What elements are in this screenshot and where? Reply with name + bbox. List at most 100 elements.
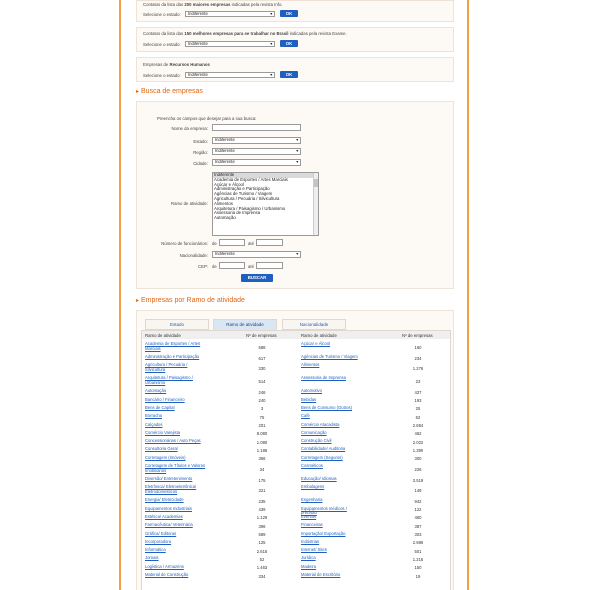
ramo-link[interactable]: Arquitetura / Paisagismo / Urbanismo [145, 376, 207, 385]
ramo-link[interactable]: Bens de Capital [145, 405, 207, 411]
ramo-link[interactable]: Agricultura / Pecuária / Silvicultura [145, 363, 207, 372]
ramo-link[interactable]: Informática [145, 548, 207, 553]
ramo-link[interactable]: Indústrias [301, 539, 363, 545]
ramo-count: 52 [259, 556, 265, 562]
ramo-link[interactable]: Equipamentos Industriais [145, 506, 207, 512]
ramo-link[interactable]: Material de Escritório [301, 572, 363, 578]
ramo-link[interactable]: Agências de Turismo / Viagem [301, 354, 363, 360]
ramo-link[interactable]: Bens de Consumo (Outros) [301, 405, 363, 411]
col-header-num: Nº de empresas [246, 333, 277, 338]
ramo-count: 396 [258, 523, 266, 529]
tab-estado[interactable]: Estado [145, 319, 209, 330]
tab-ramo-atividade[interactable]: Ramo de atividade [213, 319, 277, 330]
ramo-link[interactable]: Borracha [145, 414, 207, 419]
ramo-link[interactable]: Bancário / Financeiro [145, 397, 207, 403]
ramo-count: 1.276 [412, 366, 424, 372]
list-option[interactable]: Automação [213, 215, 318, 221]
ramo-link[interactable]: Café [301, 414, 363, 419]
ramo-panel: Estado Ramo de atividade Nacionalidade R… [136, 310, 454, 590]
ramo-link[interactable]: Contabilidade/ Auditoria [301, 447, 363, 452]
ramo-link[interactable]: Alimentos [301, 363, 363, 368]
state-select[interactable]: Indiferente ▼ [185, 11, 275, 17]
ramo-link[interactable]: Eventos [301, 514, 363, 520]
ramo-link[interactable]: Comunicação [301, 430, 363, 436]
ramo-link[interactable]: Farmacêutica/ Veterinária [145, 523, 207, 528]
ramo-link[interactable]: Financeiras [301, 523, 363, 528]
ramo-link[interactable]: Automação [145, 389, 207, 394]
ramo-count: 235 [258, 498, 266, 504]
ramo-count: 330 [258, 366, 266, 372]
ramo-count: 501 [414, 548, 422, 554]
state-select[interactable]: Indiferente ▼ [185, 72, 275, 78]
table-row: Borracha 75 Café 62 [142, 413, 450, 421]
estado-select[interactable]: Indiferente ▼ [212, 137, 301, 144]
cidade-select[interactable]: Indiferente ▼ [212, 159, 301, 166]
ramo-link[interactable]: Madeira [301, 564, 363, 570]
ramo-link[interactable]: Assessoria de Imprensa [301, 376, 363, 381]
ramo-link[interactable]: Logística / Armazéns [145, 564, 207, 570]
cep-min-input[interactable] [219, 262, 245, 269]
table-row: Academia de Esportes / Artes Marciais 588… [142, 341, 450, 354]
top-list-box-1: Contatos da lista das 200 maiores empres… [136, 0, 454, 22]
ramo-link[interactable]: Corretagem (Imóveis) [145, 455, 207, 461]
ramo-link[interactable]: Incorporadora [145, 539, 207, 545]
ramo-link[interactable]: Internet/ Sites [301, 548, 363, 553]
ramo-link[interactable]: Calçados [145, 422, 207, 428]
ramo-count: 321 [258, 488, 266, 494]
ok-button[interactable]: OK [280, 71, 298, 78]
ramo-count: 150 [414, 565, 422, 571]
ramo-link[interactable]: Jornais [145, 556, 207, 561]
regiao-select[interactable]: Indiferente ▼ [212, 148, 301, 155]
ramo-link[interactable]: Diversão/ Entretenimento [145, 476, 207, 482]
ramo-link[interactable]: Corretagem de Títulos e Valores Imobiliá… [145, 463, 207, 473]
ramo-link[interactable]: Construção Civil [301, 439, 363, 444]
nome-input[interactable] [212, 124, 301, 131]
listbox-scrollbar[interactable] [313, 173, 318, 235]
buscar-button[interactable]: BUSCAR [241, 274, 273, 282]
ramo-link[interactable]: Corretagem (Seguros) [301, 455, 363, 461]
ramo-count: 62 [415, 414, 421, 420]
ramo-link[interactable]: Comércio Atacadista [301, 422, 363, 428]
ramo-link[interactable]: Consultoria Geral [145, 447, 207, 452]
funcionarios-min-input[interactable] [219, 239, 245, 246]
ramo-count: 462 [414, 431, 422, 437]
ramo-link[interactable]: Jurídica [301, 556, 363, 561]
ramo-link[interactable]: Importação/ Exportação [301, 531, 363, 537]
ramo-link[interactable]: Administração e Participação [145, 354, 207, 360]
tab-nacionalidade[interactable]: Nacionalidade [282, 319, 346, 330]
ramo-count: 240 [258, 398, 266, 404]
ramo-count: 1.129 [256, 515, 268, 521]
ramo-link[interactable]: Material de Construção [145, 572, 207, 578]
table-row: Bens de Capital 3 Bens de Consumo (Outros)… [142, 405, 450, 413]
ramo-link[interactable]: Bebidas [301, 397, 363, 403]
ramo-link[interactable]: Engenharia [301, 498, 363, 503]
ramo-link[interactable]: Açúcar e Álcool [301, 341, 363, 347]
ramo-count: 3.519 [412, 477, 424, 483]
ramo-link[interactable]: Gráfica/ Editoras [145, 531, 207, 537]
ramo-count: 125 [258, 540, 266, 546]
ramo-link[interactable]: Eletrônica/ Eletroeletrônica/ Eletrodomé… [145, 485, 207, 494]
ramo-link[interactable]: Educação/ Idiomas [301, 476, 363, 482]
left-orange-border [119, 0, 121, 590]
ramo-link[interactable]: Automotivo [301, 389, 363, 394]
state-select[interactable]: Indiferente ▼ [185, 41, 275, 47]
ramo-link[interactable]: Concessionárias / Auto Peças [145, 439, 207, 444]
nacionalidade-select[interactable]: Indiferente ▼ [212, 251, 301, 258]
table-row: Corretagem de Títulos e Valores Imobiliá… [142, 463, 450, 476]
cep-max-input[interactable] [256, 262, 283, 269]
scrollbar-thumb[interactable] [314, 179, 318, 187]
ramo-count: 2.684 [412, 423, 424, 428]
ramo-link[interactable]: Cosméticos [301, 463, 363, 469]
ok-button[interactable]: OK [280, 40, 298, 47]
col-header-ramo: Ramo de atividade [301, 333, 337, 338]
funcionarios-max-input[interactable] [256, 239, 283, 246]
ramo-link[interactable]: Academia de Esportes / Artes Marciais [145, 341, 207, 351]
ok-button[interactable]: OK [280, 10, 298, 17]
ramo-link[interactable]: Embalagens [301, 485, 363, 490]
ramo-listbox[interactable]: Indiferente Academia de Esportes / Artes… [212, 172, 319, 236]
ramo-link[interactable]: Estética/ Academias [145, 514, 207, 520]
ramo-link[interactable]: Comércio Varejista [145, 430, 207, 436]
ramo-count: 1.216 [412, 556, 424, 562]
ramo-count: 589 [258, 532, 266, 537]
ramo-link[interactable]: Energia/ Eletricidade [145, 498, 207, 503]
